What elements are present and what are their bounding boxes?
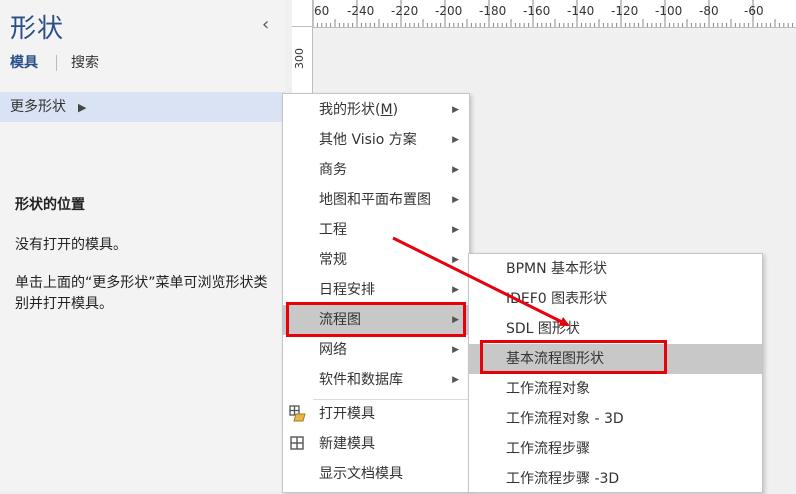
menu-item-open-stencil[interactable]: 打开模具	[283, 399, 469, 429]
menu-item-engineering[interactable]: 工程 ▶	[283, 215, 469, 245]
ruler-label: 300	[293, 48, 306, 69]
ruler-label: -180	[479, 4, 507, 18]
menu-item-business[interactable]: 商务 ▶	[283, 155, 469, 185]
menu-item-workflow-steps[interactable]: 工作流程步骤	[469, 434, 762, 464]
ruler-label: -240	[347, 4, 375, 18]
pane-title: 形状	[10, 14, 65, 44]
submenu-arrow-icon: ▶	[452, 105, 459, 115]
ruler-label: -100	[655, 4, 683, 18]
chevron-right-icon: ▶	[78, 101, 87, 114]
submenu-arrow-icon: ▶	[452, 195, 459, 205]
info-no-stencils: 没有打开的模具。	[15, 237, 127, 253]
ruler-label: -60	[744, 4, 764, 18]
menu-item-schedule[interactable]: 日程安排 ▶	[283, 275, 469, 305]
submenu-arrow-icon: ▶	[452, 375, 459, 385]
menu-item-label: 常规	[319, 252, 347, 268]
menu-item-label: 软件和数据库	[319, 372, 403, 388]
ruler-label: 60	[314, 4, 330, 18]
menu-item-label: 工作流程对象 - 3D	[506, 411, 624, 427]
menu-item-maps-floor-plans[interactable]: 地图和平面布置图 ▶	[283, 185, 469, 215]
collapse-pane-icon[interactable]: ‹	[262, 14, 269, 35]
menu-item-workflow-steps-3d[interactable]: 工作流程步骤 -3D	[469, 464, 762, 494]
menu-item-label: SDL 图形状	[506, 321, 580, 337]
menu-item-my-shapes[interactable]: 我的形状(M) ▶	[283, 95, 469, 125]
menu-item-workflow-objects-3d[interactable]: 工作流程对象 - 3D	[469, 404, 762, 434]
menu-item-workflow-objects[interactable]: 工作流程对象	[469, 374, 762, 404]
submenu-arrow-icon: ▶	[452, 345, 459, 355]
new-stencil-icon	[289, 429, 307, 463]
menu-item-label: 显示文档模具	[319, 466, 403, 482]
ruler-label: -200	[435, 4, 463, 18]
annotation-box-flowchart	[286, 302, 466, 337]
menu-item-network[interactable]: 网络 ▶	[283, 335, 469, 365]
menu-item-idef0-diagram-shapes[interactable]: IDEF0 图表形状	[469, 284, 762, 314]
horizontal-ruler[interactable]: 60 -240 -220 -200 -180 -160 -140 -120 -1…	[313, 0, 796, 28]
menu-item-label: 工作流程步骤 -3D	[506, 471, 620, 487]
open-stencil-icon	[289, 399, 307, 433]
menu-item-label: 工作流程步骤	[506, 441, 590, 457]
submenu-arrow-icon: ▶	[452, 135, 459, 145]
menu-item-other-visio-solutions[interactable]: 其他 Visio 方案 ▶	[283, 125, 469, 155]
menu-item-label: 日程安排	[319, 282, 375, 298]
ruler-label: -140	[567, 4, 595, 18]
ruler-label: -160	[523, 4, 551, 18]
menu-item-label: 我的形状(	[319, 102, 381, 118]
menu-item-label: BPMN 基本形状	[506, 261, 608, 277]
menu-item-new-stencil[interactable]: 新建模具	[283, 429, 469, 459]
menu-item-bpmn-basic-shapes[interactable]: BPMN 基本形状	[469, 254, 762, 284]
menu-item-software-database[interactable]: 软件和数据库 ▶	[283, 365, 469, 395]
menu-item-label: 地图和平面布置图	[319, 192, 431, 208]
tab-stencils[interactable]: 模具	[10, 55, 38, 71]
ruler-label: -220	[391, 4, 419, 18]
pane-tabs: 模具 搜索	[10, 52, 99, 72]
more-shapes-label: 更多形状	[10, 99, 66, 115]
annotation-box-basic-flowchart	[480, 340, 667, 374]
menu-item-general[interactable]: 常规 ▶	[283, 245, 469, 275]
shapes-pane: 形状 ‹ 模具 搜索 更多形状 ▶ 形状的位置 没有打开的模具。 单击上面的“更多形…	[0, 0, 285, 491]
menu-item-label: 新建模具	[319, 436, 375, 452]
menu-item-label: 工程	[319, 222, 347, 238]
menu-item-label: 打开模具	[319, 406, 375, 422]
more-shapes-button[interactable]: 更多形状 ▶	[0, 92, 285, 122]
ruler-label: -120	[611, 4, 639, 18]
tab-divider	[56, 55, 57, 71]
menu-item-label: 商务	[319, 162, 347, 178]
ruler-ticks	[313, 0, 794, 27]
info-instructions: 单击上面的“更多形状”菜单可浏览形状类别并打开模具。	[15, 275, 268, 312]
menu-item-label: 工作流程对象	[506, 381, 590, 397]
mnemonic-key: M	[380, 102, 393, 118]
ruler-label: -80	[699, 4, 719, 18]
submenu-arrow-icon: ▶	[452, 225, 459, 235]
menu-item-show-document-stencil[interactable]: 显示文档模具	[283, 459, 469, 489]
menu-item-label: 网络	[319, 342, 347, 358]
submenu-arrow-icon: ▶	[452, 255, 459, 265]
ruler-corner	[292, 0, 313, 27]
tab-search[interactable]: 搜索	[71, 55, 99, 71]
menu-item-label: IDEF0 图表形状	[506, 291, 608, 307]
info-heading: 形状的位置	[15, 197, 85, 213]
more-shapes-menu: 我的形状(M) ▶ 其他 Visio 方案 ▶ 商务 ▶ 地图和平面布置图 ▶ …	[282, 93, 470, 493]
menu-item-suffix: )	[392, 102, 399, 118]
submenu-arrow-icon: ▶	[452, 285, 459, 295]
submenu-arrow-icon: ▶	[452, 165, 459, 175]
menu-item-label: 其他 Visio 方案	[319, 132, 417, 148]
